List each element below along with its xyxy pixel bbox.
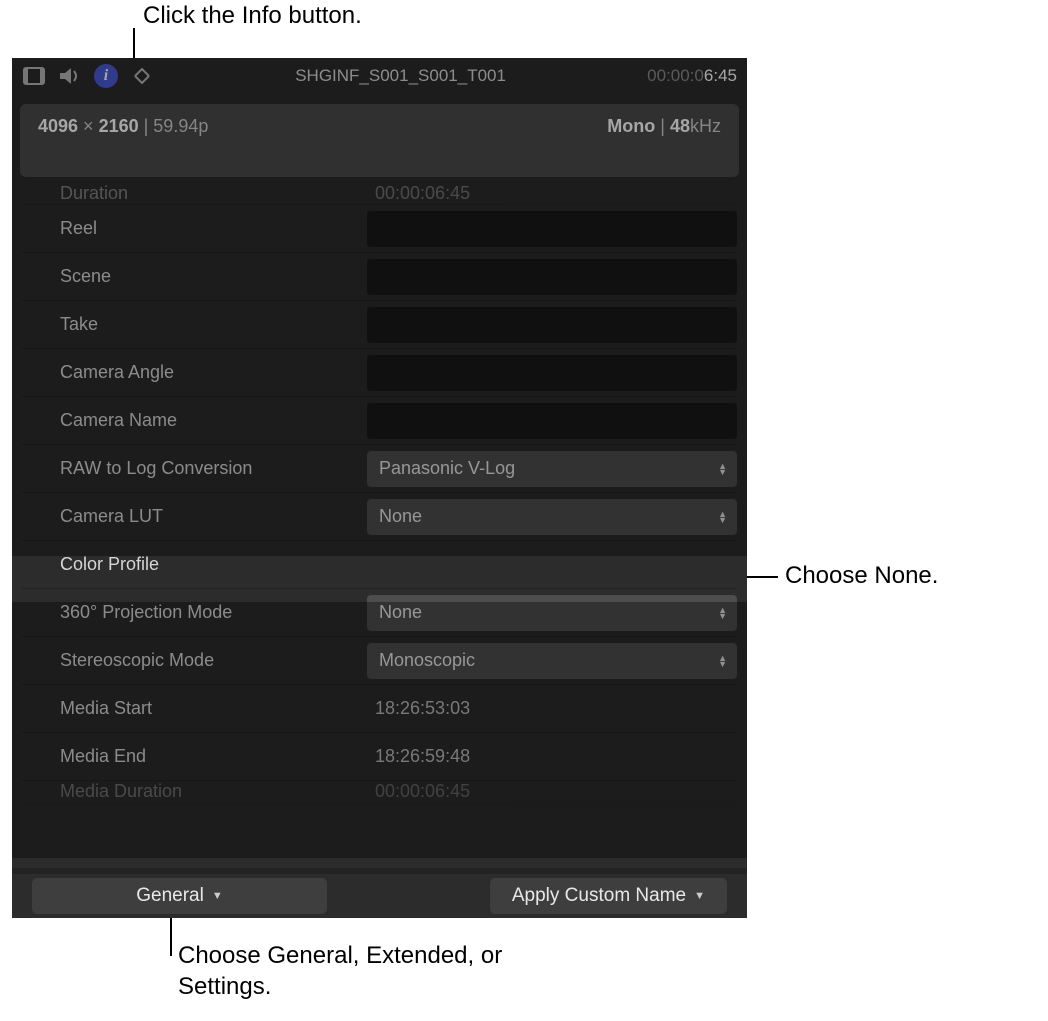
apply-custom-label: Apply Custom Name	[512, 885, 686, 907]
label-media-duration: Media Duration	[22, 781, 367, 802]
projection-mode-select[interactable]: None ▲▼	[367, 595, 737, 631]
row-scene: Scene	[22, 253, 737, 301]
timecode-bright: 6:45	[704, 66, 737, 85]
label-reel: Reel	[22, 218, 367, 239]
callout-choose-general: Choose General, Extended, or Settings.	[178, 940, 518, 1002]
camera-lut-select[interactable]: None ▲▼	[367, 499, 737, 535]
label-stereoscopic: Stereoscopic Mode	[22, 650, 367, 671]
label-projection-mode: 360° Projection Mode	[22, 602, 367, 623]
chevron-down-icon: ▼	[694, 890, 705, 902]
row-media-duration: Media Duration 00:00:06:45	[22, 781, 737, 805]
row-media-start: Media Start 18:26:53:03	[22, 685, 737, 733]
raw-to-log-value: Panasonic V-Log	[379, 458, 515, 479]
info-icon[interactable]: i	[94, 64, 118, 88]
row-camera-lut: Camera LUT None ▲▼	[22, 493, 737, 541]
value-media-duration: 00:00:06:45	[367, 781, 737, 802]
row-raw-to-log: RAW to Log Conversion Panasonic V-Log ▲▼	[22, 445, 737, 493]
camera-angle-input[interactable]	[367, 355, 737, 391]
label-camera-lut: Camera LUT	[22, 506, 367, 527]
clip-resolution: 4096 × 2160 | 59.94p	[38, 116, 208, 137]
toolbar-icons-group: i	[22, 64, 154, 88]
inspector-panel: i SHGINF_S001_S001_T001 00:00:06:45 4096…	[12, 58, 747, 918]
label-scene: Scene	[22, 266, 367, 287]
row-color-profile: Color Profile	[22, 541, 737, 589]
take-input[interactable]	[367, 307, 737, 343]
inspector-toolbar: i SHGINF_S001_S001_T001 00:00:06:45	[12, 58, 747, 94]
row-camera-angle: Camera Angle	[22, 349, 737, 397]
apply-custom-name-button[interactable]: Apply Custom Name ▼	[490, 878, 727, 914]
callout-choose-none: Choose None.	[785, 560, 938, 591]
label-color-profile: Color Profile	[22, 554, 367, 575]
clip-name: SHGINF_S001_S001_T001	[166, 66, 635, 86]
projection-mode-value: None	[379, 602, 422, 623]
row-projection-mode: 360° Projection Mode None ▲▼	[22, 589, 737, 637]
stereoscopic-value: Monoscopic	[379, 650, 475, 671]
row-take: Take	[22, 301, 737, 349]
stereoscopic-select[interactable]: Monoscopic ▲▼	[367, 643, 737, 679]
label-media-start: Media Start	[22, 698, 367, 719]
label-camera-angle: Camera Angle	[22, 362, 367, 383]
clip-audio: Mono | 48kHz	[607, 116, 721, 137]
label-take: Take	[22, 314, 367, 335]
row-duration: Duration 00:00:06:45	[22, 183, 737, 205]
camera-lut-value: None	[379, 506, 422, 527]
row-camera-name: Camera Name	[22, 397, 737, 445]
chevron-updown-icon: ▲▼	[718, 511, 727, 523]
callout-line	[170, 916, 172, 956]
label-raw-to-log: RAW to Log Conversion	[22, 458, 367, 479]
row-stereoscopic: Stereoscopic Mode Monoscopic ▲▼	[22, 637, 737, 685]
chevron-updown-icon: ▲▼	[718, 655, 727, 667]
share-icon[interactable]	[130, 64, 154, 88]
chevron-down-icon: ▼	[212, 890, 223, 902]
value-media-end: 18:26:59:48	[367, 746, 737, 767]
metadata-view-label: General	[136, 885, 204, 907]
chevron-updown-icon: ▲▼	[718, 607, 727, 619]
scene-input[interactable]	[367, 259, 737, 295]
label-duration: Duration	[22, 183, 367, 204]
audio-icon[interactable]	[58, 64, 82, 88]
camera-name-input[interactable]	[367, 403, 737, 439]
label-camera-name: Camera Name	[22, 410, 367, 431]
value-duration: 00:00:06:45	[367, 183, 737, 204]
row-reel: Reel	[22, 205, 737, 253]
clip-timecode: 00:00:06:45	[647, 66, 737, 86]
metadata-view-menu[interactable]: General ▼	[32, 878, 327, 914]
video-icon[interactable]	[22, 64, 46, 88]
chevron-updown-icon: ▲▼	[718, 463, 727, 475]
fields-list: Duration 00:00:06:45 Reel Scene Take Cam…	[12, 183, 747, 868]
raw-to-log-select[interactable]: Panasonic V-Log ▲▼	[367, 451, 737, 487]
reel-input[interactable]	[367, 211, 737, 247]
bottom-bar: General ▼ Apply Custom Name ▼	[12, 868, 747, 918]
row-media-end: Media End 18:26:59:48	[22, 733, 737, 781]
value-media-start: 18:26:53:03	[367, 698, 737, 719]
callout-info-button: Click the Info button.	[143, 0, 362, 31]
label-media-end: Media End	[22, 746, 367, 767]
clip-summary: 4096 × 2160 | 59.94p Mono | 48kHz	[20, 104, 739, 177]
timecode-dim: 00:00:0	[647, 66, 704, 85]
